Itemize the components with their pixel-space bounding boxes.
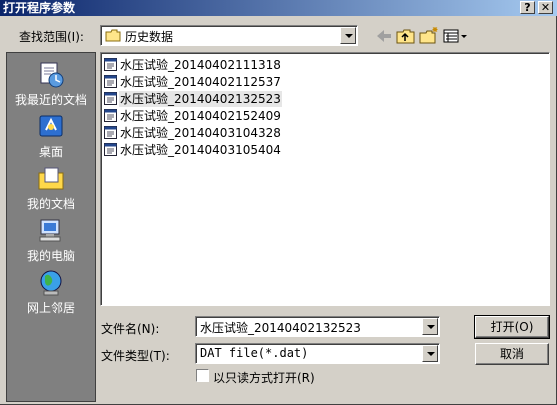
readonly-checkbox[interactable] [196, 369, 209, 382]
places-bar: 我最近的文档 桌面 我的文档 我的电脑 网上邻居 [6, 52, 96, 402]
back-arrow-icon[interactable] [373, 26, 395, 46]
look-in-label: 查找范围(I): [19, 30, 84, 44]
recent-documents-icon [40, 62, 64, 88]
open-file-dialog: 打开程序参数 ? ✕ 查找范围(I): 历史数据 我最近的文档 桌面 我的文档 … [0, 0, 557, 405]
file-name: 水压试验_20140402132523 [119, 91, 282, 107]
filename-dropdown-arrow[interactable] [422, 318, 438, 335]
place-my-computer[interactable]: 我的电脑 [7, 213, 95, 263]
file-name: 水压试验_20140403105404 [120, 143, 281, 157]
file-list[interactable]: 水压试验_20140402111318 水压试验_20140402112537 … [100, 52, 550, 306]
filename-label: 文件名(N): [101, 322, 160, 336]
view-menu-icon[interactable] [442, 26, 468, 46]
open-button[interactable]: 打开(O) [474, 315, 550, 339]
place-label: 网上邻居 [26, 301, 75, 315]
filetype-label: 文件类型(T): [101, 349, 170, 363]
filename-field[interactable]: 水压试验_20140402132523 [195, 316, 440, 337]
my-documents-icon [38, 167, 64, 190]
place-my-documents[interactable]: 我的文档 [7, 161, 95, 211]
filetype-dropdown[interactable]: DAT file(*.dat) [195, 343, 440, 364]
new-folder-icon[interactable] [418, 26, 440, 46]
place-network[interactable]: 网上邻居 [7, 265, 95, 315]
up-folder-icon[interactable] [395, 26, 417, 46]
filetype-value: DAT file(*.dat) [200, 346, 309, 360]
look-in-dropdown-arrow[interactable] [340, 27, 356, 44]
filetype-dropdown-arrow[interactable] [422, 345, 438, 362]
file-name: 水压试验_20140402111318 [120, 58, 281, 72]
look-in-value: 历史数据 [125, 30, 174, 44]
look-in-dropdown[interactable]: 历史数据 [100, 25, 358, 46]
place-label: 我的文档 [26, 197, 75, 211]
dat-file-icon [104, 143, 117, 156]
folder-icon [105, 29, 121, 42]
dialog-title: 打开程序参数 [3, 1, 76, 15]
cancel-button[interactable]: 取消 [475, 343, 549, 365]
dat-file-icon [104, 58, 117, 71]
place-recent-documents[interactable]: 我最近的文档 [7, 57, 95, 107]
my-computer-icon [39, 219, 61, 242]
network-icon [40, 270, 62, 296]
help-button[interactable]: ? [520, 1, 535, 14]
place-desktop[interactable]: 桌面 [7, 109, 95, 159]
desktop-icon [39, 115, 63, 137]
dat-file-icon [104, 92, 117, 105]
dat-file-icon [104, 109, 117, 122]
close-button[interactable]: ✕ [538, 1, 553, 14]
readonly-label: 以只读方式打开(R) [213, 371, 315, 385]
dat-file-icon [104, 75, 117, 88]
title-bar: 打开程序参数 ? ✕ [0, 0, 557, 16]
file-name: 水压试验_20140402112537 [120, 75, 281, 89]
file-name: 水压试验_20140402152409 [120, 109, 281, 123]
place-label: 我的电脑 [26, 249, 75, 263]
dat-file-icon [104, 126, 117, 139]
filename-value: 水压试验_20140402132523 [200, 321, 361, 335]
file-name: 水压试验_20140403104328 [120, 126, 281, 140]
place-label: 桌面 [38, 145, 63, 159]
place-label: 我最近的文档 [14, 93, 87, 107]
